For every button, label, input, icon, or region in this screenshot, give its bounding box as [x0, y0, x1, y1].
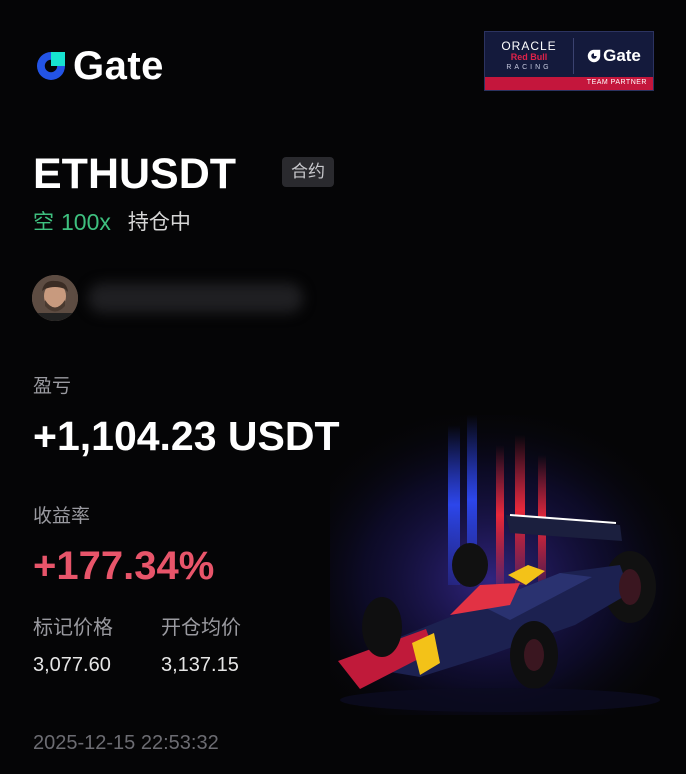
team-partner-strip: TEAM PARTNER	[485, 77, 653, 90]
partner-line-oracle: ORACLE	[501, 38, 557, 53]
trading-pair: ETHUSDT	[33, 150, 237, 198]
gate-logo-icon	[37, 52, 65, 80]
mark-price-label: 标记价格	[33, 615, 113, 639]
entry-price: 开仓均价 3,137.15	[161, 614, 241, 678]
gate-logo: Gate	[33, 46, 164, 86]
pnl-value: +1,104.23 USDT	[33, 413, 340, 459]
pnl-label: 盈亏	[33, 375, 72, 397]
contract-tag: 合约	[282, 157, 334, 187]
timestamp: 2025-12-15 22:53:32	[33, 732, 219, 754]
gate-small-icon	[587, 49, 601, 62]
roi-label: 收益率	[33, 505, 91, 527]
partner-gate-logo: Gate	[574, 46, 653, 66]
roi-value: +177.34%	[33, 544, 215, 588]
entry-price-value: 3,137.15	[161, 654, 239, 676]
brand-name: Gate	[73, 44, 164, 88]
f1-car-illustration	[330, 415, 686, 715]
position-direction: 空	[33, 210, 54, 234]
team-partner-label: TEAM PARTNER	[586, 79, 647, 86]
position-info: 空 100x 持仓中	[33, 207, 191, 237]
username-redacted	[88, 283, 303, 313]
partner-line-red-bull: Red Bull	[510, 51, 548, 62]
leverage: 100x	[61, 209, 111, 235]
avatar	[32, 275, 78, 321]
oracle-red-bull-racing-logo: ORACLE Red Bull RACING	[485, 37, 574, 74]
team-partner-badge: ORACLE Red Bull RACING Gate TEAM PARTNER	[484, 31, 654, 91]
mark-price: 标记价格 3,077.60	[33, 614, 113, 678]
avatar-image	[32, 275, 78, 321]
position-status: 持仓中	[127, 210, 191, 234]
partner-line-racing: RACING	[506, 63, 552, 71]
entry-price-label: 开仓均价	[161, 615, 241, 639]
mark-price-value: 3,077.60	[33, 654, 111, 676]
partner-gate-text: Gate	[603, 45, 641, 65]
